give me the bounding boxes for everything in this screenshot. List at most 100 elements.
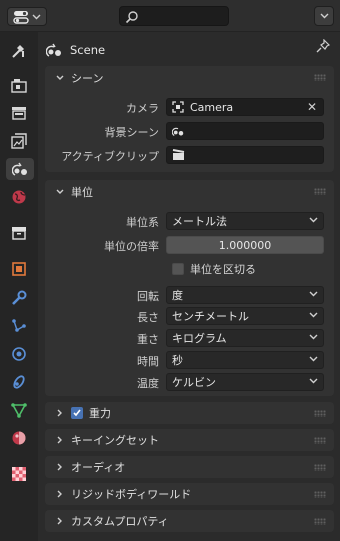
pin-button[interactable]: [316, 38, 331, 56]
context-label: Scene: [70, 43, 106, 57]
rotation-label: 回転: [137, 290, 159, 303]
render-icon: [11, 79, 27, 93]
drag-handle[interactable]: [314, 437, 326, 444]
drag-handle[interactable]: [314, 464, 326, 471]
active-clip-row: アクティブクリップ: [45, 146, 334, 164]
length-value: センチメートル: [172, 310, 249, 323]
unit-scale-value: 1.000000: [218, 238, 272, 252]
chevron-down-icon: [56, 189, 64, 194]
tab-data[interactable]: [8, 399, 30, 421]
separate-units-checkbox[interactable]: 単位を区切る: [172, 261, 256, 277]
tool-icon: [12, 45, 24, 58]
editor-type-dropdown[interactable]: [7, 7, 47, 26]
chevron-right-icon: [57, 409, 62, 417]
check-icon: [73, 409, 81, 417]
background-scene-label: 背景シーン: [104, 126, 159, 139]
tab-object[interactable]: [8, 258, 30, 280]
drag-handle[interactable]: [314, 518, 326, 525]
temperature-dropdown[interactable]: ケルビン: [166, 373, 324, 391]
tab-material[interactable]: [8, 427, 30, 449]
unit-system-value: メートル法: [172, 215, 227, 228]
rotation-value: 度: [172, 289, 183, 302]
properties-tabs: [0, 32, 38, 541]
properties-editor-icon: [13, 10, 29, 24]
scene-icon: [46, 43, 61, 57]
texture-icon: [12, 467, 26, 481]
gravity-panel-header[interactable]: 重力: [45, 402, 334, 424]
active-clip-label: アクティブクリップ: [61, 150, 159, 163]
camera-row: カメラ Camera ✕: [45, 98, 334, 116]
tab-view-layer[interactable]: [8, 130, 30, 152]
chevron-down-icon: [32, 14, 41, 19]
chevron-down-icon: [320, 13, 328, 19]
tab-constraints[interactable]: [8, 371, 30, 393]
gravity-panel-title: 重力: [89, 407, 111, 420]
chevron-right-icon: [57, 517, 62, 525]
tab-tool[interactable]: [8, 40, 30, 62]
options-button[interactable]: [314, 6, 334, 26]
unit-system-dropdown[interactable]: メートル法: [166, 212, 324, 230]
physics-icon: [12, 347, 26, 361]
separate-units-label: 単位を区切る: [190, 263, 256, 276]
constraints-icon: [13, 375, 25, 389]
tab-collection[interactable]: [8, 222, 30, 244]
view-layer-icon: [11, 133, 27, 149]
mass-value: キログラム: [172, 332, 227, 345]
drag-handle[interactable]: [314, 188, 326, 195]
data-icon: [11, 403, 27, 418]
background-scene-field[interactable]: [166, 122, 324, 140]
custom-properties-panel-title: カスタムプロパティ: [71, 515, 169, 528]
units-panel-header[interactable]: 単位: [45, 180, 334, 203]
drag-handle[interactable]: [314, 74, 326, 81]
camera-field[interactable]: Camera ✕: [166, 98, 324, 116]
audio-panel-header[interactable]: オーディオ: [45, 456, 334, 478]
tab-modifier[interactable]: [8, 287, 30, 309]
separate-units-box[interactable]: [172, 263, 184, 275]
tab-output[interactable]: [8, 102, 30, 124]
drag-handle[interactable]: [314, 491, 326, 498]
unit-scale-row: 単位の倍率 1.000000: [45, 236, 334, 254]
object-icon: [12, 262, 26, 276]
tab-particles[interactable]: [8, 315, 30, 337]
length-label: 長さ: [137, 311, 159, 324]
chevron-right-icon: [57, 463, 62, 471]
world-icon: [12, 190, 26, 204]
temperature-label: 温度: [137, 377, 159, 390]
rigid-body-world-panel-header[interactable]: リジッドボディワールド: [45, 483, 334, 505]
search-input[interactable]: [119, 6, 229, 26]
scene-panel-header[interactable]: シーン: [45, 66, 334, 89]
unit-system-row: 単位系 メートル法: [45, 212, 334, 230]
clear-icon[interactable]: ✕: [307, 100, 317, 114]
active-clip-field[interactable]: [166, 146, 324, 164]
pin-icon: [316, 38, 331, 53]
length-dropdown[interactable]: センチメートル: [166, 307, 324, 325]
chevron-down-icon: [309, 378, 318, 384]
drag-handle[interactable]: [314, 410, 326, 417]
temperature-value: ケルビン: [172, 376, 216, 389]
gravity-checkbox[interactable]: [71, 407, 83, 419]
unit-scale-field[interactable]: 1.000000: [166, 236, 324, 254]
tab-physics[interactable]: [8, 343, 30, 365]
particles-icon: [12, 319, 26, 332]
properties-header: [0, 0, 340, 32]
camera-object-icon: [172, 101, 184, 113]
custom-properties-panel-header[interactable]: カスタムプロパティ: [45, 510, 334, 532]
time-dropdown[interactable]: 秒: [166, 351, 324, 369]
chevron-down-icon: [56, 75, 64, 80]
chevron-down-icon: [309, 217, 318, 223]
keying-sets-panel-header[interactable]: キーイングセット: [45, 429, 334, 451]
mass-dropdown[interactable]: キログラム: [166, 329, 324, 347]
output-icon: [12, 107, 26, 120]
scene-icon: [12, 162, 27, 176]
unit-system-label: 単位系: [126, 216, 159, 229]
chevron-down-icon: [309, 291, 318, 297]
chevron-down-icon: [309, 334, 318, 340]
rotation-dropdown[interactable]: 度: [166, 286, 324, 304]
camera-value: Camera: [190, 100, 234, 114]
temperature-row: 温度 ケルビン: [45, 373, 334, 391]
tab-texture[interactable]: [8, 463, 30, 485]
tab-world[interactable]: [8, 186, 30, 208]
material-icon: [12, 431, 26, 445]
tab-render[interactable]: [8, 75, 30, 97]
tab-scene[interactable]: [6, 158, 34, 180]
